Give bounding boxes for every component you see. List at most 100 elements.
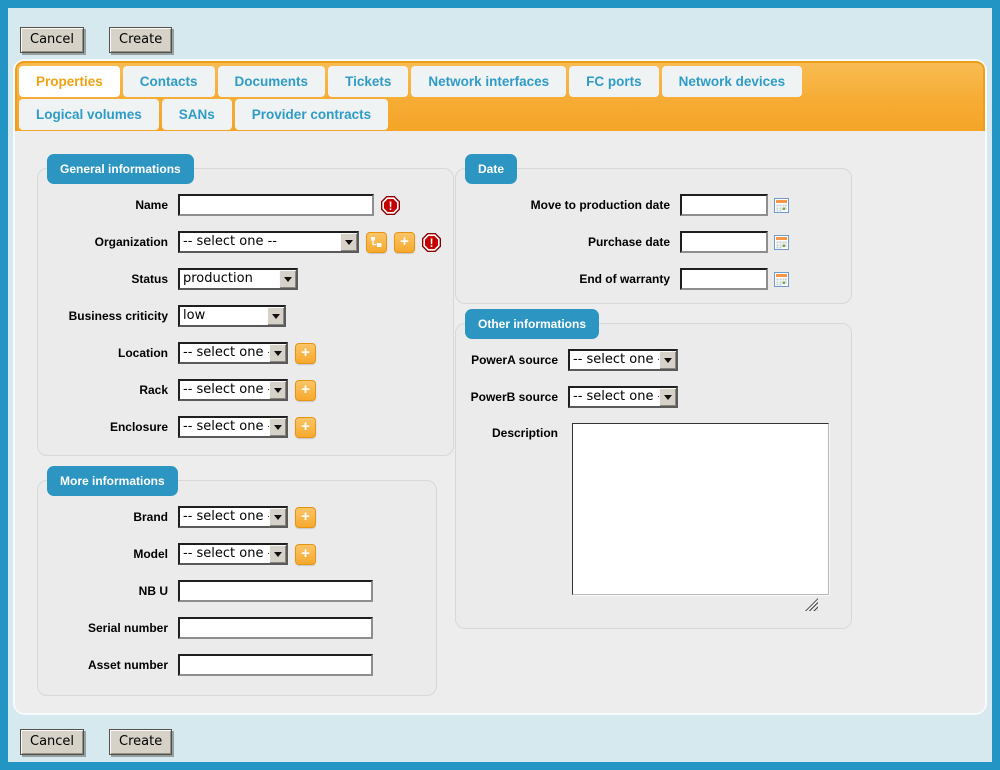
asset-number-input[interactable]: [178, 654, 373, 676]
field-end-of-warranty: End of warranty: [468, 268, 839, 290]
fieldset-other-informations: Other informations PowerA source -- sele…: [455, 323, 852, 629]
tab-provider-contracts[interactable]: Provider contracts: [235, 99, 388, 130]
field-business-criticity: Business criticity low: [50, 305, 441, 327]
add-brand-button[interactable]: +: [295, 507, 316, 528]
rack-select-value: -- select one --: [180, 381, 269, 399]
description-textarea[interactable]: [572, 423, 829, 595]
cancel-button[interactable]: Cancel: [20, 27, 84, 53]
resize-grip-icon[interactable]: [805, 598, 818, 611]
business-criticity-label: Business criticity: [50, 309, 168, 323]
calendar-icon: [774, 235, 789, 250]
create-button-bottom[interactable]: Create: [109, 729, 172, 755]
powera-source-label: PowerA source: [468, 353, 558, 367]
calendar-icon: [774, 198, 789, 213]
tab-fc-ports[interactable]: FC ports: [569, 66, 659, 97]
powera-source-select-value: -- select one --: [570, 351, 659, 369]
hierarchy-icon: [370, 236, 383, 249]
dropdown-arrow-icon[interactable]: [269, 545, 286, 563]
asset-number-label: Asset number: [50, 658, 168, 672]
tab-strip: Properties Contacts Documents Tickets Ne…: [15, 61, 985, 131]
dropdown-arrow-icon[interactable]: [269, 508, 286, 526]
powerb-source-select[interactable]: -- select one --: [568, 386, 678, 408]
organization-select[interactable]: -- select one --: [178, 231, 359, 253]
organization-label: Organization: [50, 235, 168, 249]
form-card: Properties Contacts Documents Tickets Ne…: [15, 61, 985, 713]
location-select[interactable]: -- select one --: [178, 342, 288, 364]
calendar-icon: [774, 272, 789, 287]
cancel-button-bottom[interactable]: Cancel: [20, 729, 84, 755]
dropdown-arrow-icon[interactable]: [269, 418, 286, 436]
move-to-production-date-label: Move to production date: [468, 198, 670, 212]
calendar-button[interactable]: [774, 198, 789, 213]
enclosure-select[interactable]: -- select one --: [178, 416, 288, 438]
powera-source-select[interactable]: -- select one --: [568, 349, 678, 371]
svg-text:!: !: [430, 237, 434, 249]
brand-select[interactable]: -- select one --: [178, 506, 288, 528]
description-label: Description: [468, 426, 558, 440]
dropdown-arrow-icon[interactable]: [659, 388, 676, 406]
tab-tickets[interactable]: Tickets: [328, 66, 408, 97]
add-enclosure-button[interactable]: +: [295, 417, 316, 438]
location-select-value: -- select one --: [180, 344, 269, 362]
hierarchy-button[interactable]: [366, 232, 387, 253]
add-rack-button[interactable]: +: [295, 380, 316, 401]
tab-properties[interactable]: Properties: [19, 66, 120, 97]
move-to-production-date-input[interactable]: [680, 194, 768, 216]
model-select-value: -- select one --: [180, 545, 269, 563]
serial-number-input[interactable]: [178, 617, 373, 639]
tab-content-properties: General informations Name !: [15, 131, 985, 713]
add-location-button[interactable]: +: [295, 343, 316, 364]
powerb-source-label: PowerB source: [468, 390, 558, 404]
tab-documents[interactable]: Documents: [218, 66, 326, 97]
add-organization-button[interactable]: +: [394, 232, 415, 253]
status-select[interactable]: production: [178, 268, 298, 290]
name-input[interactable]: [178, 194, 374, 216]
bottom-toolbar: Cancel Create: [20, 729, 985, 755]
organization-select-value: -- select one --: [180, 233, 340, 251]
end-of-warranty-input[interactable]: [680, 268, 768, 290]
status-select-value: production: [180, 270, 279, 288]
business-criticity-select-value: low: [180, 307, 267, 325]
calendar-button[interactable]: [774, 235, 789, 250]
dropdown-arrow-icon[interactable]: [267, 307, 284, 325]
tab-logical-volumes[interactable]: Logical volumes: [19, 99, 159, 130]
tab-sans[interactable]: SANs: [162, 99, 232, 130]
dropdown-arrow-icon[interactable]: [269, 381, 286, 399]
tab-row-1: Properties Contacts Documents Tickets Ne…: [19, 65, 981, 98]
dropdown-arrow-icon[interactable]: [659, 351, 676, 369]
enclosure-select-value: -- select one --: [180, 418, 269, 436]
model-label: Model: [50, 547, 168, 561]
top-toolbar: Cancel Create: [20, 27, 985, 53]
nb-u-label: NB U: [50, 584, 168, 598]
tab-network-interfaces[interactable]: Network interfaces: [411, 66, 566, 97]
dropdown-arrow-icon[interactable]: [269, 344, 286, 362]
field-asset-number: Asset number: [50, 654, 424, 676]
create-button[interactable]: Create: [109, 27, 172, 53]
business-criticity-select[interactable]: low: [178, 305, 286, 327]
rack-select[interactable]: -- select one --: [178, 379, 288, 401]
model-select[interactable]: -- select one --: [178, 543, 288, 565]
fieldset-more-informations: More informations Brand -- select one --…: [37, 480, 437, 696]
field-rack: Rack -- select one -- +: [50, 379, 441, 401]
add-model-button[interactable]: +: [295, 544, 316, 565]
tab-network-devices[interactable]: Network devices: [662, 66, 803, 97]
nb-u-input[interactable]: [178, 580, 373, 602]
field-nb-u: NB U: [50, 580, 424, 602]
page: Cancel Create Properties Contacts Docume…: [8, 8, 992, 762]
right-column: Date Move to production date: [455, 168, 852, 713]
field-location: Location -- select one -- +: [50, 342, 441, 364]
rack-label: Rack: [50, 383, 168, 397]
status-label: Status: [50, 272, 168, 286]
brand-label: Brand: [50, 510, 168, 524]
field-name: Name !: [50, 194, 441, 216]
tab-contacts[interactable]: Contacts: [123, 66, 215, 97]
dropdown-arrow-icon[interactable]: [340, 233, 357, 251]
legend-more-informations: More informations: [47, 466, 178, 496]
field-powera-source: PowerA source -- select one --: [468, 349, 839, 371]
calendar-button[interactable]: [774, 272, 789, 287]
dropdown-arrow-icon[interactable]: [279, 270, 296, 288]
purchase-date-input[interactable]: [680, 231, 768, 253]
powerb-source-select-value: -- select one --: [570, 388, 659, 406]
legend-date: Date: [465, 154, 517, 184]
field-enclosure: Enclosure -- select one -- +: [50, 416, 441, 438]
